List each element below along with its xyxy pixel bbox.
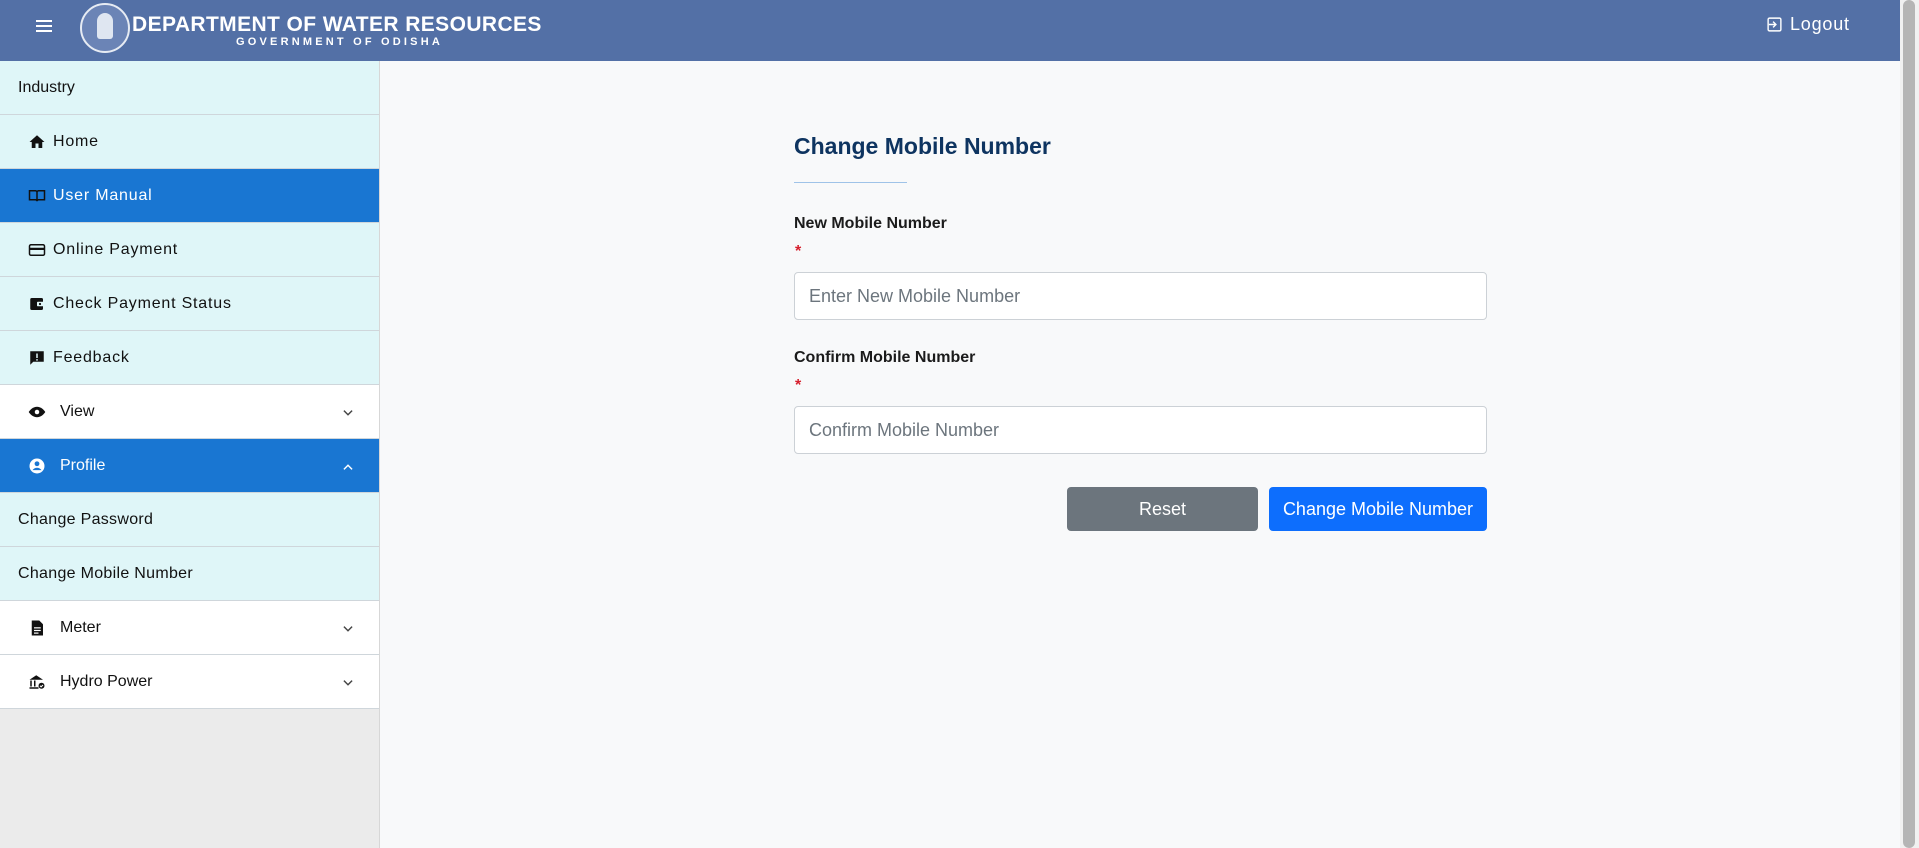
sidebar-item-label: Home (53, 132, 99, 150)
sidebar-item-change-password[interactable]: Change Password (0, 493, 379, 547)
scrollbar-thumb[interactable] (1903, 0, 1915, 848)
title-divider (794, 182, 907, 183)
chevron-down-icon (343, 626, 353, 632)
sidebar-item-check-payment-status[interactable]: Check Payment Status (0, 277, 379, 331)
new-mobile-input[interactable] (794, 272, 1487, 320)
sidebar-item-online-payment[interactable]: Online Payment (0, 223, 379, 277)
reset-button[interactable]: Reset (1067, 487, 1258, 531)
department-title: DEPARTMENT OF WATER RESOURCES (132, 13, 542, 36)
required-indicator: * (795, 243, 802, 260)
department-subtitle: GOVERNMENT OF ODISHA (236, 36, 444, 48)
sidebar-group-meter[interactable]: Meter (0, 601, 379, 655)
menu-icon[interactable] (36, 20, 54, 34)
building-power-icon (28, 673, 46, 691)
confirm-mobile-label: Confirm Mobile Number (794, 349, 976, 366)
odisha-emblem-logo (80, 3, 130, 53)
logout-icon (1767, 17, 1782, 32)
sidebar: Industry Home User Manual Online Payment… (0, 61, 380, 848)
sidebar-group-label: Profile (60, 456, 106, 474)
sidebar-item-label: Change Password (18, 510, 154, 528)
chevron-down-icon (343, 410, 353, 416)
sidebar-group-label: Hydro Power (60, 672, 153, 690)
scrollbar[interactable] (1900, 0, 1919, 848)
chevron-down-icon (343, 680, 353, 686)
sidebar-group-label: View (60, 402, 95, 420)
sidebar-section-label: Industry (18, 78, 75, 96)
sidebar-item-user-manual[interactable]: User Manual (0, 169, 379, 223)
confirm-mobile-input[interactable] (794, 406, 1487, 454)
sidebar-item-label: Feedback (53, 348, 130, 366)
eye-icon (28, 403, 46, 421)
credit-card-icon (28, 241, 46, 259)
sidebar-item-label: Change Mobile Number (18, 564, 193, 582)
chevron-up-icon (343, 464, 353, 470)
logout-label: Logout (1790, 14, 1850, 34)
sidebar-item-change-mobile-number[interactable]: Change Mobile Number (0, 547, 379, 601)
logout-button[interactable]: Logout (1766, 14, 1850, 35)
feedback-icon (28, 349, 46, 367)
sidebar-item-feedback[interactable]: Feedback (0, 331, 379, 385)
document-icon (28, 619, 46, 637)
new-mobile-label: New Mobile Number (794, 215, 947, 232)
sidebar-group-profile[interactable]: Profile (0, 439, 379, 493)
sidebar-item-home[interactable]: Home (0, 115, 379, 169)
sidebar-group-hydro-power[interactable]: Hydro Power (0, 655, 379, 709)
sidebar-item-label: Check Payment Status (53, 294, 232, 312)
wallet-icon (28, 295, 46, 313)
top-header: DEPARTMENT OF WATER RESOURCES GOVERNMENT… (0, 0, 1900, 61)
sidebar-item-label: User Manual (53, 186, 153, 204)
sidebar-section-industry: Industry (0, 61, 379, 115)
book-icon (28, 187, 46, 205)
sidebar-item-label: Online Payment (53, 240, 179, 258)
sidebar-group-label: Meter (60, 618, 101, 636)
account-circle-icon (28, 457, 46, 475)
sidebar-group-view[interactable]: View (0, 385, 379, 439)
change-mobile-number-button[interactable]: Change Mobile Number (1269, 487, 1487, 531)
required-indicator: * (795, 377, 802, 394)
main-content: Change Mobile Number New Mobile Number *… (380, 61, 1900, 848)
home-icon (28, 133, 46, 151)
page-title: Change Mobile Number (794, 133, 1051, 159)
